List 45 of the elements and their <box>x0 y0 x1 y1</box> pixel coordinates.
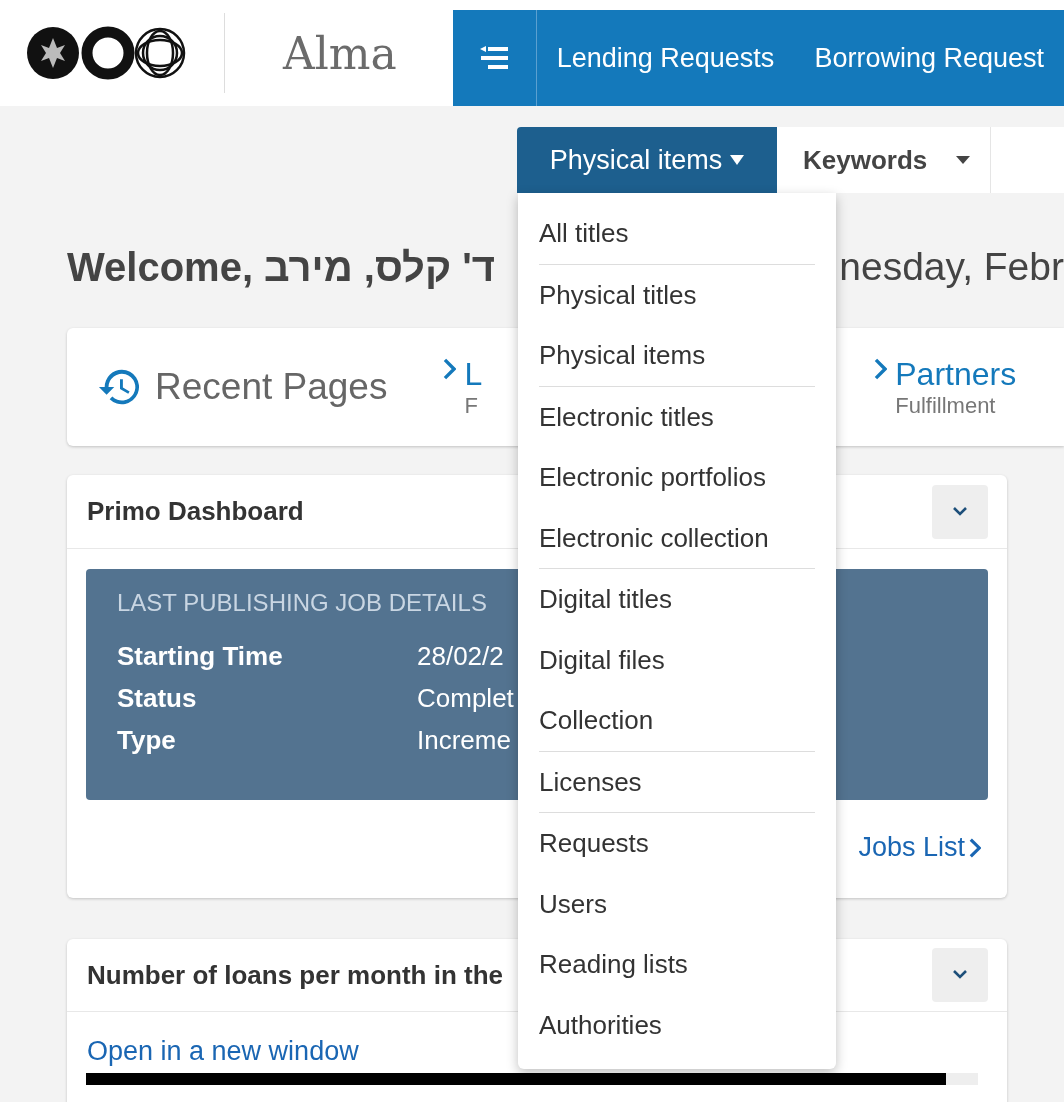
date-text: nesday, Febr <box>839 245 1064 289</box>
card-title: Primo Dashboard <box>87 496 304 527</box>
menu-item[interactable]: Physical items <box>539 325 815 386</box>
menu-item[interactable]: Electronic collection <box>539 507 815 568</box>
field-label: Type <box>117 724 177 757</box>
caret-icon <box>730 155 745 165</box>
menu-item[interactable]: Physical titles <box>539 264 815 325</box>
field-value: 28/02/2 <box>417 640 504 673</box>
collapse-button[interactable] <box>932 484 988 539</box>
menu-item[interactable]: Collection <box>539 690 815 751</box>
menu-item[interactable]: Licenses <box>539 751 815 812</box>
field-label: Starting Time <box>117 640 284 673</box>
menu-item[interactable]: Electronic titles <box>539 386 815 447</box>
chevron-down-icon <box>951 505 969 518</box>
menu-item[interactable]: Electronic portfolios <box>539 447 815 508</box>
nav-link[interactable]: Borrowing Request <box>794 42 1064 74</box>
search-field[interactable] <box>991 127 1064 193</box>
panel-heading: LAST PUBLISHING JOB DETAILS <box>117 589 487 617</box>
field-label: Status <box>117 682 198 715</box>
jobs-list-link[interactable]: Jobs List <box>858 832 965 863</box>
search-field-dropdown[interactable]: Keywords <box>777 127 991 193</box>
field-value: Complet <box>417 682 514 715</box>
card-title: Number of loans per month in the <box>87 959 503 991</box>
caret-icon <box>956 156 970 164</box>
page-area-text: F <box>464 392 479 419</box>
field-value: Increme <box>417 724 511 757</box>
menu-icon[interactable] <box>479 45 510 71</box>
menu-item[interactable]: Digital files <box>539 629 815 690</box>
menu-item[interactable]: Users <box>539 873 815 934</box>
menu-item[interactable]: Reading lists <box>539 934 815 995</box>
welcome-heading: Welcome, ד' קלס, מירב <box>67 244 495 290</box>
card-title: Recent Pages <box>155 366 388 408</box>
chevron-down-icon <box>951 969 969 981</box>
search-scope-dropdown[interactable]: Physical items <box>517 127 777 193</box>
scrollbar <box>946 1073 978 1085</box>
recent-page-link[interactable]: Partners <box>895 355 1017 393</box>
app-name: Alma <box>283 27 397 79</box>
collapse-button[interactable] <box>932 948 988 1002</box>
menu-item[interactable]: Requests <box>539 813 815 874</box>
recent-page-link[interactable]: L <box>464 355 483 393</box>
nav-link[interactable]: Lending Requests <box>536 42 795 74</box>
page-area-text: Fulfillment <box>895 392 997 419</box>
menu-item[interactable]: Digital titles <box>539 569 815 630</box>
menu-item[interactable]: All titles <box>539 203 815 264</box>
logo-icon <box>26 26 188 80</box>
